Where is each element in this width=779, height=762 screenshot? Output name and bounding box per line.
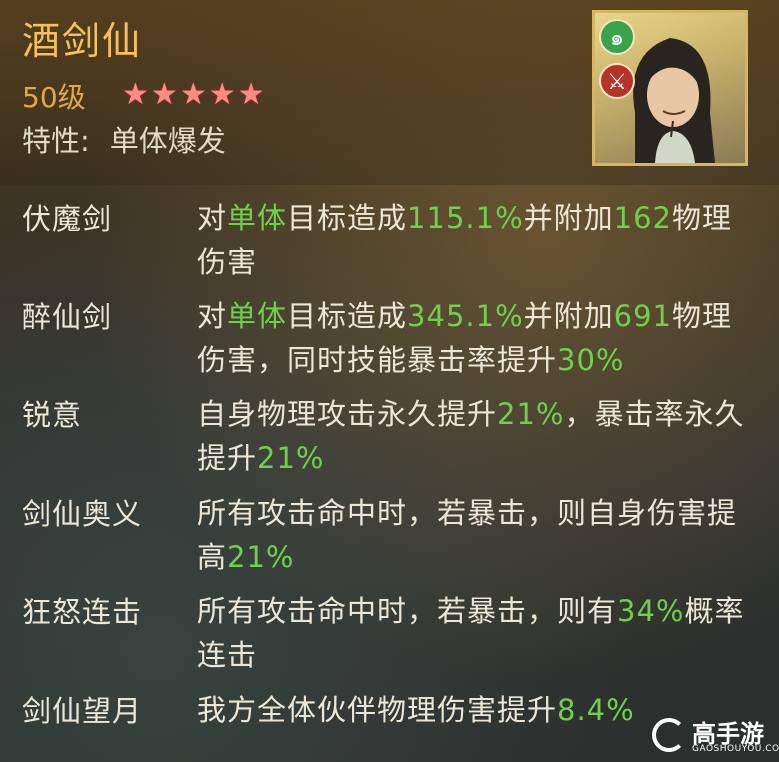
watermark: 高手游 GAOSHOUYOU.COM [648, 712, 779, 762]
skill-highlight-value: 115.1% [407, 201, 524, 235]
skill-highlight-value: 30% [557, 343, 625, 377]
skill-text: 并附加 [523, 201, 614, 235]
skill-highlight-value: 162 [613, 201, 672, 235]
skill-highlight-value: 691 [613, 299, 672, 333]
skill-highlight-value: 21% [257, 441, 325, 475]
skill-text: 对 [197, 299, 228, 333]
star-rating: ★ ★ ★ ★ ★ [122, 80, 265, 110]
skill-highlight-value: 8.4% [557, 693, 635, 727]
skill-text: 自身物理攻击永久提升 [197, 397, 498, 431]
skill-description: 对单体目标造成345.1%并附加691物理伤害，同时技能暴击率提升30% [197, 294, 757, 382]
skill-description: 所有攻击命中时，若暴击，则自身伤害提高21% [197, 491, 757, 579]
skill-highlight-value: 单体 [227, 201, 288, 235]
skill-description: 自身物理攻击永久提升21%，暴击率永久提升21% [197, 392, 757, 480]
skill-name: 剑仙奥义 [22, 497, 143, 531]
hero-trait: 特性: 单体爆发 [22, 118, 226, 160]
star-icon: ★ [122, 77, 149, 112]
skill-name: 锐意 [22, 398, 83, 432]
skill-text: 所有攻击命中时，若暴击，则有 [197, 594, 618, 628]
brand-logo-icon [652, 718, 686, 752]
hero-info-panel: 酒剑仙 50级 ★ ★ ★ ★ ★ 特性: 单体爆发 ๑ ⚔ 伏魔剑 对单体目标造成115.… [0, 0, 779, 762]
hero-header: 酒剑仙 50级 ★ ★ ★ ★ ★ 特性: 单体爆发 ๑ ⚔ [0, 0, 779, 185]
skill-text: 并附加 [523, 299, 614, 333]
trait-label: 特性: [22, 124, 90, 158]
skill-highlight-value: 21% [227, 540, 295, 574]
skill-highlight-value: 单体 [227, 299, 288, 333]
watermark-url: GAOSHOUYOU.COM [692, 744, 779, 754]
skill-highlight-value: 34% [617, 594, 685, 628]
skill-highlight-value: 21% [497, 397, 565, 431]
skill-name: 醉仙剑 [22, 300, 113, 334]
skill-text: 我方全体伙伴物理伤害提升 [197, 693, 558, 727]
skill-name: 狂怒连击 [22, 595, 143, 629]
star-icon: ★ [208, 77, 236, 112]
skill-text: 对 [197, 201, 228, 235]
hero-level: 50级 [22, 81, 86, 114]
hero-name: 酒剑仙 [22, 19, 143, 63]
trait-value: 单体爆发 [109, 124, 226, 158]
star-icon: ★ [179, 77, 207, 112]
skill-name: 剑仙望月 [22, 694, 143, 728]
sword-icon: ⚔ [599, 63, 635, 99]
skill-text: 目标造成 [287, 201, 408, 235]
skill-name: 伏魔剑 [22, 202, 113, 236]
star-icon: ★ [237, 77, 265, 112]
skill-text: 目标造成 [287, 299, 408, 333]
skill-description: 所有攻击命中时，若暴击，则有34%概率连击 [197, 589, 757, 677]
skill-highlight-value: 345.1% [407, 299, 524, 333]
skill-description: 对单体目标造成115.1%并附加162物理伤害 [197, 196, 757, 284]
hero-portrait[interactable]: ๑ ⚔ [592, 10, 748, 166]
wind-icon: ๑ [599, 19, 635, 55]
star-icon: ★ [150, 77, 178, 112]
